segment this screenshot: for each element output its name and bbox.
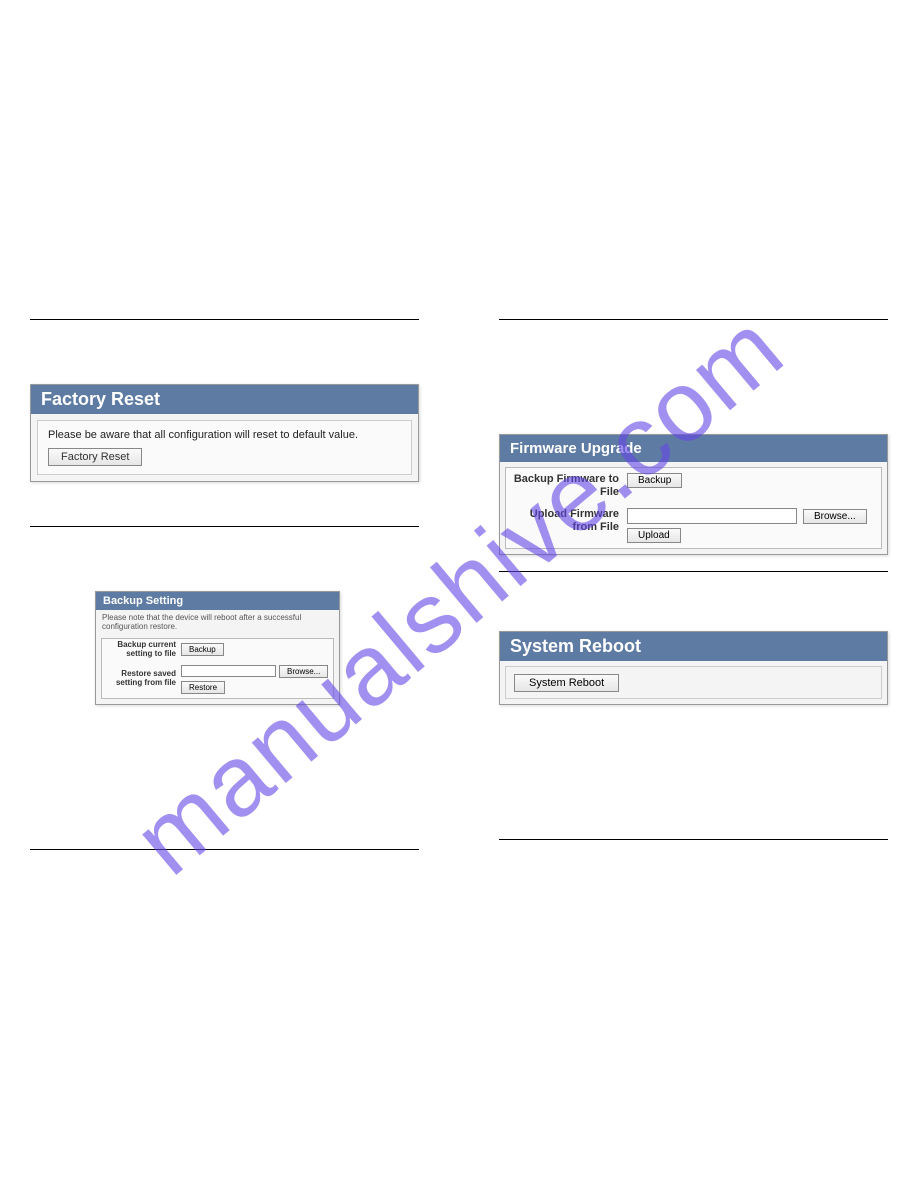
divider <box>30 526 419 527</box>
factory-reset-message: Please be aware that all configuration w… <box>48 429 401 441</box>
factory-reset-button[interactable]: Factory Reset <box>48 448 142 466</box>
system-reboot-panel: System Reboot System Reboot <box>499 631 888 705</box>
fw-upload-row: Upload Firmware from File Browse... Uplo… <box>506 503 881 548</box>
factory-reset-body: Please be aware that all configuration w… <box>37 420 412 475</box>
backup-button[interactable]: Backup <box>181 643 224 656</box>
divider <box>30 849 419 850</box>
restore-label: Restore saved setting from file <box>106 670 181 688</box>
fw-browse-button[interactable]: Browse... <box>803 509 867 524</box>
restore-button[interactable]: Restore <box>181 681 225 694</box>
fw-backup-label: Backup Firmware to File <box>512 473 627 498</box>
firmware-upgrade-title: Firmware Upgrade <box>500 435 887 462</box>
system-reboot-button[interactable]: System Reboot <box>514 674 619 692</box>
factory-reset-title: Factory Reset <box>31 385 418 414</box>
fw-upload-label: Upload Firmware from File <box>512 508 627 543</box>
restore-browse-button[interactable]: Browse... <box>279 665 328 678</box>
restore-row: Restore saved setting from file Browse..… <box>102 663 333 698</box>
backup-setting-title: Backup Setting <box>96 592 339 610</box>
backup-current-label: Backup current setting to file <box>106 641 181 659</box>
right-column: Firmware Upgrade Backup Firmware to File… <box>499 315 888 854</box>
backup-setting-note: Please note that the device will reboot … <box>96 610 339 636</box>
factory-reset-panel: Factory Reset Please be aware that all c… <box>30 384 419 482</box>
fw-upload-input[interactable] <box>627 508 797 524</box>
fw-backup-row: Backup Firmware to File Backup <box>506 468 881 503</box>
firmware-upgrade-panel: Firmware Upgrade Backup Firmware to File… <box>499 434 888 555</box>
restore-file-input[interactable] <box>181 665 276 677</box>
system-reboot-title: System Reboot <box>500 632 887 661</box>
divider <box>499 839 888 840</box>
fw-backup-button[interactable]: Backup <box>627 473 682 488</box>
fw-upload-button[interactable]: Upload <box>627 528 681 543</box>
left-column: Factory Reset Please be aware that all c… <box>30 315 419 854</box>
divider <box>499 319 888 320</box>
backup-setting-panel: Backup Setting Please note that the devi… <box>95 591 340 705</box>
divider <box>30 319 419 320</box>
divider <box>499 571 888 572</box>
backup-row: Backup current setting to file Backup <box>102 639 333 663</box>
